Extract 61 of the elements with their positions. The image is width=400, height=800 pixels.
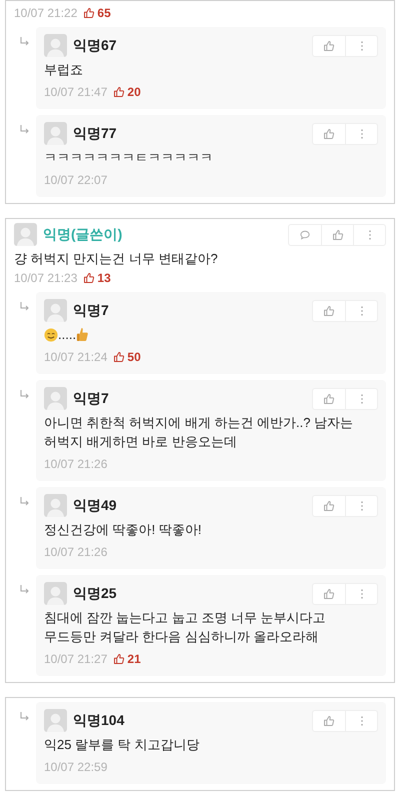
- reply-arrow-icon: [20, 37, 30, 47]
- reply-arrow-icon: [20, 390, 30, 400]
- avatar-icon: [44, 494, 67, 517]
- comment-time: 10/07 21:26: [44, 544, 108, 560]
- thumbs-up-icon: [323, 392, 335, 404]
- comment-text: 침대에 잠깐 눕는다고 눕고 조명 너무 눈부시다고 무드등만 켜달라 한다음 심심하니까 올라오라해: [44, 609, 327, 646]
- thumbs-up-icon: [323, 304, 335, 316]
- thumbs-up-icon: [323, 40, 335, 52]
- comment-time: 10/07 22:07: [44, 172, 108, 188]
- author-name: 익명7: [73, 389, 109, 408]
- comment-text: ㅋㅋㅋㅋㅋㅋㅋㅌㅋㅋㅋㅋㅋ: [44, 149, 213, 167]
- like-icon: [113, 653, 126, 665]
- speech-bubble-icon: [299, 228, 311, 240]
- author-name: 익명67: [73, 36, 117, 55]
- like-icon: [83, 272, 96, 284]
- avatar-icon: [44, 582, 67, 605]
- thumbs-up-icon: [323, 714, 335, 726]
- comment-time: 10/07 21:27: [44, 651, 108, 667]
- author-name: 익명77: [73, 124, 117, 143]
- comment-time: 10/07 22:59: [44, 759, 108, 775]
- comment-text: .....: [58, 326, 76, 344]
- reply-arrow-icon: [20, 712, 30, 722]
- avatar-icon: [44, 299, 67, 322]
- thumbs-up-icon: [323, 500, 335, 512]
- comment-text: 정신건강에 딱좋아! 딱좋아!: [44, 521, 202, 539]
- reply-arrow-icon: [20, 125, 30, 135]
- smiley-icon: [44, 328, 58, 342]
- thumbs-up-icon: [76, 327, 90, 342]
- author-name: 익명104: [73, 711, 124, 730]
- avatar-icon: [44, 34, 67, 57]
- reply-arrow-icon: [20, 585, 30, 595]
- comment-time: 10/07 21:26: [44, 456, 108, 472]
- comment-time: 10/07 21:47: [44, 84, 108, 100]
- author-name: 익명49: [73, 496, 117, 515]
- like-count: 13: [97, 270, 111, 286]
- like-count: 20: [127, 84, 141, 100]
- comment-time: 10/07 21:24: [44, 349, 108, 365]
- reply-arrow-icon: [20, 497, 30, 507]
- comment-text: 부럽죠: [44, 61, 83, 79]
- like-icon: [113, 351, 126, 363]
- comment-text: 아니면 취한척 허벅지에 배게 하는건 에반가..? 남자는 허벅지 배게하면 바로 반응오는데: [44, 414, 354, 451]
- like-count: 21: [127, 651, 141, 667]
- author-name: 익명(글쓴이): [43, 225, 122, 244]
- author-name: 익명25: [73, 584, 117, 603]
- like-icon: [113, 86, 126, 98]
- avatar-icon: [44, 709, 67, 732]
- author-name: 익명7: [73, 301, 109, 320]
- thumbs-up-icon: [323, 588, 335, 600]
- like-count: 50: [127, 349, 141, 365]
- comment-text: 익25 랄부를 탁 치고갑니당: [44, 736, 200, 754]
- like-count: 65: [97, 5, 111, 21]
- like-icon: [83, 7, 96, 19]
- avatar-icon: [44, 122, 67, 145]
- avatar-icon: [44, 387, 67, 410]
- reply-arrow-icon: [20, 302, 30, 312]
- comment-time: 10/07 21:23: [14, 270, 78, 286]
- avatar-icon: [14, 223, 37, 246]
- comment-text: 걍 허벅지 만지는건 너무 변태같아?: [14, 250, 218, 268]
- thumbs-up-icon: [332, 228, 344, 240]
- comment-time: 10/07 21:22: [14, 5, 78, 21]
- thumbs-up-icon: [323, 128, 335, 140]
